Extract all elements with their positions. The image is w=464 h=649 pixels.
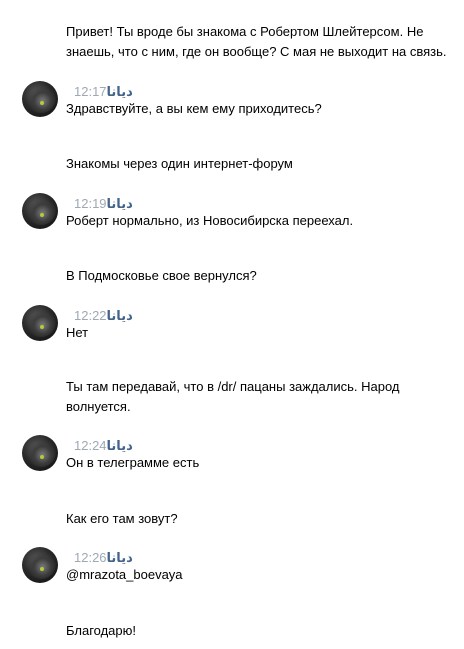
message-header: دیانا12:19 (66, 196, 133, 212)
avatar-image (26, 83, 56, 113)
message-header: دیانا12:22 (66, 308, 133, 324)
timestamp[interactable]: 12:17 (74, 84, 107, 99)
message-header: دیانا12:26 (66, 550, 133, 566)
timestamp[interactable]: 12:19 (74, 196, 107, 211)
message-header: دیانا12:24 (66, 438, 133, 454)
author-name[interactable]: دیانا (107, 551, 133, 566)
message-text: Здравствуйте, а вы кем ему приходитесь? (66, 101, 322, 116)
message-text: Ты там передавай, что в /dr/ пацаны зажд… (66, 379, 400, 414)
message-text: Как его там зовут? (66, 511, 178, 526)
avatar[interactable] (22, 81, 58, 117)
timestamp[interactable]: 12:24 (74, 438, 107, 453)
message-text: Привет! Ты вроде бы знакома с Робертом Ш… (66, 24, 447, 59)
author-name[interactable]: دیانا (107, 309, 133, 324)
timestamp[interactable]: 12:22 (74, 308, 107, 323)
message-text: Благодарю! (66, 623, 137, 638)
message-text: Он в телеграмме есть (66, 455, 200, 470)
timestamp[interactable]: 12:26 (74, 550, 107, 565)
author-name[interactable]: دیانا (107, 85, 133, 100)
avatar[interactable] (22, 435, 58, 471)
message-text: Роберт нормально, из Новосибирска переех… (66, 213, 354, 228)
avatar-image (26, 549, 56, 579)
author-name[interactable]: دیانا (107, 439, 133, 454)
avatar[interactable] (22, 305, 58, 341)
message-text: Нет (66, 325, 89, 340)
avatar-image (26, 437, 56, 467)
message-text: @mrazota_boevaya (66, 567, 183, 582)
avatar[interactable] (22, 193, 58, 229)
avatar-image (26, 195, 56, 225)
avatar-image (26, 307, 56, 337)
message-header: دیانا12:17 (66, 84, 133, 100)
avatar[interactable] (22, 547, 58, 583)
message-text: Знакомы через один интернет-форум (66, 156, 293, 171)
message-text: В Подмосковье свое вернулся? (66, 268, 257, 283)
author-name[interactable]: دیانا (107, 197, 133, 212)
